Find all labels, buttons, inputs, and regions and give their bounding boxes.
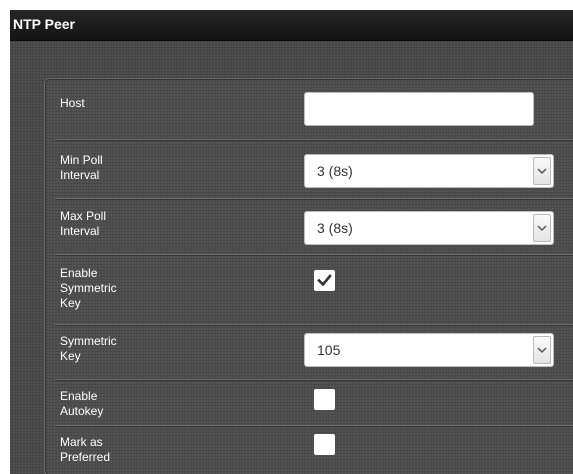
host-label: Host <box>60 96 85 110</box>
chevron-down-icon[interactable] <box>533 336 551 364</box>
min-poll-select[interactable]: 3 (8s) <box>304 154 554 188</box>
row-divider <box>55 198 573 199</box>
max-poll-label: Max Poll Interval <box>60 209 107 238</box>
form-panel: Host Min Poll Interval 3 (8s) Max Poll I… <box>44 78 573 474</box>
max-poll-select[interactable]: 3 (8s) <box>304 211 554 245</box>
enable-symmetric-key-checkbox[interactable] <box>314 270 335 291</box>
enable-symmetric-key-label: Enable Symmetric Key <box>60 266 117 310</box>
row-divider <box>55 324 573 325</box>
row-divider <box>55 425 573 426</box>
min-poll-value: 3 (8s) <box>317 163 353 179</box>
symmetric-key-value: 105 <box>317 342 341 358</box>
max-poll-value: 3 (8s) <box>317 220 353 236</box>
title-bar: NTP Peer <box>10 10 573 41</box>
symmetric-key-select[interactable]: 105 <box>304 333 554 367</box>
chevron-down-icon[interactable] <box>533 157 551 185</box>
chevron-down-icon[interactable] <box>533 214 551 242</box>
mark-preferred-checkbox[interactable] <box>314 434 335 455</box>
mark-preferred-label: Mark as Preferred <box>60 435 111 464</box>
row-divider <box>55 379 573 380</box>
checkmark-icon <box>317 274 332 287</box>
enable-autokey-label: Enable Autokey <box>60 389 104 418</box>
min-poll-label: Min Poll Interval <box>60 153 103 182</box>
enable-autokey-checkbox[interactable] <box>314 389 335 410</box>
symmetric-key-label: Symmetric Key <box>60 334 117 363</box>
window-title: NTP Peer <box>13 16 75 32</box>
row-divider <box>55 254 573 255</box>
ntp-peer-window: NTP Peer Host Min Poll Interval 3 (8s) M… <box>10 10 573 474</box>
host-input[interactable] <box>304 92 534 126</box>
row-divider <box>55 139 573 140</box>
